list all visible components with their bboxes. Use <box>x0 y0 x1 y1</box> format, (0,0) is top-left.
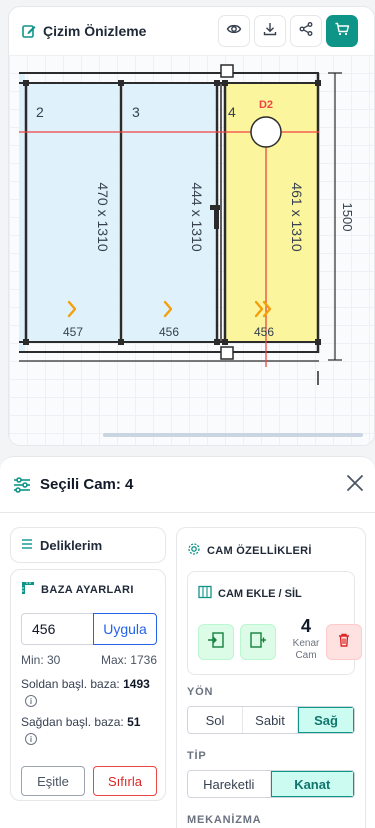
selected-glass-header: Seçili Cam: 4 <box>0 457 375 513</box>
hole-label: D2 <box>259 99 273 111</box>
eye-icon <box>226 21 242 42</box>
glass-count-label-line1: Kenar <box>292 638 320 649</box>
trash-icon <box>336 632 352 653</box>
selected-glass-title: Seçili Cam: 4 <box>40 476 134 493</box>
add-remove-title-text: CAM EKLE / SİL <box>218 587 302 600</box>
right-baza-line: Sağdan başl. baza: 51 <box>21 715 140 729</box>
add-glass-right-button[interactable] <box>240 624 276 660</box>
panel-1-glass <box>19 73 25 353</box>
panel-2-number: 2 <box>36 104 44 120</box>
download-icon <box>262 21 278 42</box>
preview-view-button[interactable] <box>218 15 250 47</box>
panel-3-number: 3 <box>132 104 140 120</box>
left-baza-label: Soldan başl. baza: <box>21 677 120 691</box>
baza-max: Max: 1736 <box>100 653 157 667</box>
add-right-icon <box>249 631 267 654</box>
add-glass-left-button[interactable] <box>198 624 234 660</box>
direction-right-option[interactable]: Sağ <box>298 707 354 733</box>
add-left-icon <box>207 631 225 654</box>
height-dimension <box>328 72 342 361</box>
preview-title: Çizim Önizleme <box>21 23 146 39</box>
add-remove-glass-card: CAM EKLE / SİL 4 Kenar Cam <box>187 571 362 675</box>
panel-2-size: 470 x 1310 <box>95 182 111 251</box>
download-button[interactable] <box>254 15 286 47</box>
glass-properties-card: CAM ÖZELLİKLERİ CAM EKLE / SİL 4 Kenar C… <box>176 527 366 828</box>
sliders-icon <box>12 475 32 495</box>
baza-value-input[interactable]: 456 <box>21 613 93 645</box>
baza-settings-title: BAZA AYARLARI <box>21 581 134 598</box>
baza-limits: Min: 30 Max: 1736 <box>21 653 157 667</box>
panel-4-number: 4 <box>228 104 236 120</box>
left-baza-value: 1493 <box>123 677 150 691</box>
app-page: Çizim Önizleme 1500 D2 2 3 4 470 x 1310 … <box>0 0 375 828</box>
type-sash-option[interactable]: Kanat <box>270 771 354 797</box>
panel-3-baza: 456 <box>159 325 179 339</box>
share-icon <box>298 21 314 42</box>
panel-4-baza: 456 <box>254 325 274 339</box>
glass-count-label-line2: Cam <box>295 650 317 661</box>
holes-button[interactable]: Deliklerim <box>10 527 166 563</box>
direction-toggle: Sol Sabit Sağ <box>187 706 355 734</box>
drawing-preview-card: Çizim Önizleme 1500 D2 2 3 4 470 x 1310 … <box>8 6 375 446</box>
direction-label: YÖN <box>187 686 214 698</box>
list-icon <box>21 538 33 553</box>
panel-2-baza: 457 <box>63 325 83 339</box>
reset-button[interactable]: Sıfırla <box>93 766 157 796</box>
baza-min: Min: 30 <box>21 653 61 667</box>
total-height-label: 1500 <box>340 203 355 232</box>
right-baza-label: Sağdan başl. baza: <box>21 715 124 729</box>
glass-count: 4 <box>300 616 311 636</box>
left-baza-line: Soldan başl. baza: 1493 <box>21 677 150 691</box>
right-baza-info-icon[interactable]: i <box>25 733 37 745</box>
selected-glass-panel: Seçili Cam: 4 Deliklerim BAZA AYARLARI 4… <box>0 456 375 828</box>
glass-properties-title-text: CAM ÖZELLİKLERİ <box>207 544 312 557</box>
preview-header: Çizim Önizleme <box>9 7 374 55</box>
mechanism-label: MEKANİZMA <box>187 814 262 826</box>
add-to-cart-button[interactable] <box>326 15 358 47</box>
direction-fixed-option[interactable]: Sabit <box>243 707 298 733</box>
panel-4-size: 461 x 1310 <box>289 182 305 251</box>
add-remove-title: CAM EKLE / SİL <box>198 585 302 602</box>
baza-settings-card: BAZA AYARLARI 456 Uygula Min: 30 Max: 17… <box>10 569 166 801</box>
type-label: TİP <box>187 750 207 762</box>
panel-3-size: 444 x 1310 <box>189 182 205 251</box>
hole-marker[interactable] <box>250 116 282 148</box>
share-button[interactable] <box>290 15 322 47</box>
edit-icon <box>21 23 37 39</box>
preview-actions <box>218 15 358 47</box>
baza-settings-title-text: BAZA AYARLARI <box>41 583 134 596</box>
direction-left-option[interactable]: Sol <box>188 707 243 733</box>
gear-icon <box>187 542 201 559</box>
horizontal-scrollbar[interactable] <box>103 433 363 437</box>
drawing-canvas[interactable]: 1500 D2 2 3 4 470 x 1310 444 x 1310 461 … <box>9 55 374 445</box>
glass-count-label: Kenar Cam <box>286 638 326 662</box>
holes-label: Deliklerim <box>40 537 103 553</box>
columns-icon <box>198 585 212 602</box>
left-baza-info-icon[interactable]: i <box>25 695 37 707</box>
preview-title-text: Çizim Önizleme <box>43 23 147 39</box>
glass-properties-title: CAM ÖZELLİKLERİ <box>187 542 312 559</box>
equalize-button[interactable]: Eşitle <box>21 766 85 796</box>
ruler-icon <box>21 581 35 598</box>
right-baza-value: 51 <box>127 715 141 729</box>
type-toggle: Hareketli Kanat <box>187 770 355 798</box>
delete-glass-button[interactable] <box>326 624 362 660</box>
close-icon <box>345 473 365 498</box>
drawing-svg: 1500 D2 2 3 4 470 x 1310 444 x 1310 461 … <box>19 64 355 385</box>
cart-icon <box>334 21 350 42</box>
close-panel-button[interactable] <box>343 473 367 497</box>
apply-button[interactable]: Uygula <box>93 613 157 645</box>
type-moving-option[interactable]: Hareketli <box>188 771 271 797</box>
